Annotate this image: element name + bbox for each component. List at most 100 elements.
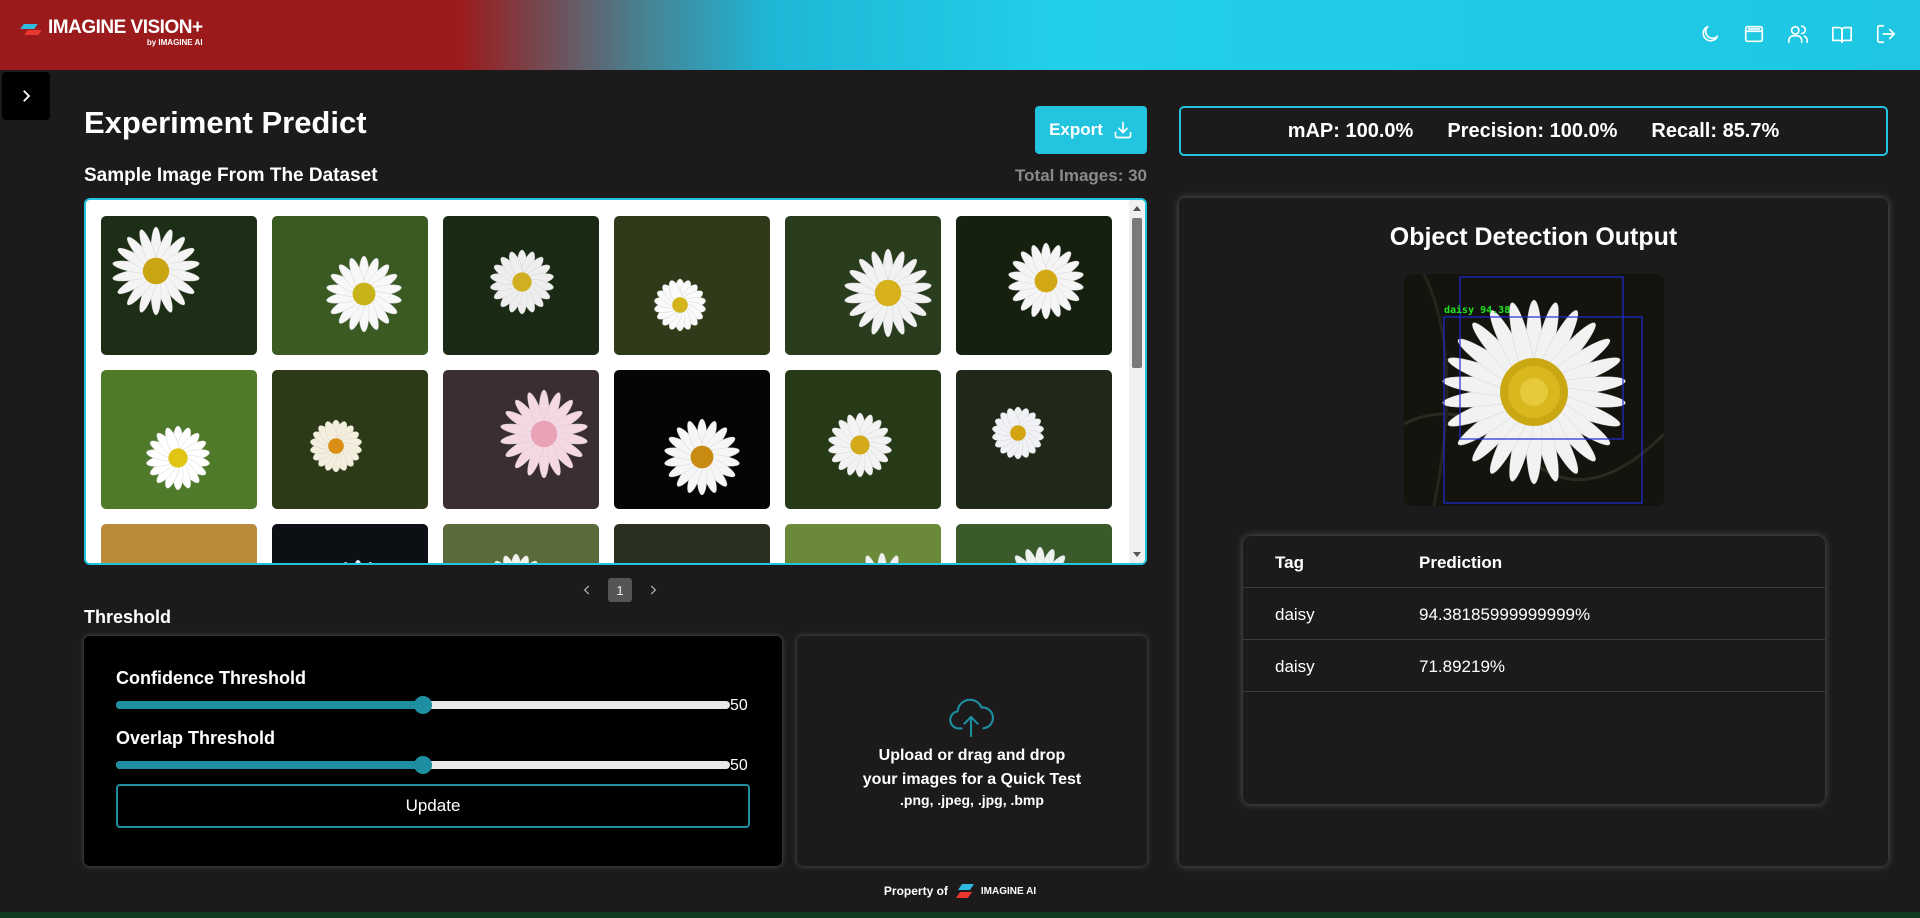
total-images-count: Total Images: 30 xyxy=(1015,166,1147,185)
footer-brand: IMAGINE AI xyxy=(980,885,1037,897)
daisy-thumbnail-image xyxy=(614,370,770,509)
dataset-thumbnail[interactable] xyxy=(101,524,257,563)
gallery-grid xyxy=(101,216,1115,563)
daisy-thumbnail-image xyxy=(101,370,257,509)
gallery-pagination: 1 xyxy=(580,578,660,602)
detection-output-card: Object Detection Output daisy 94.38 Tag … xyxy=(1179,198,1888,866)
prediction-table: Tag Prediction daisy 94.38185999999999% … xyxy=(1243,536,1825,804)
gallery-scrollbar[interactable] xyxy=(1129,200,1145,563)
daisy-thumbnail-image xyxy=(785,524,941,563)
daisy-thumbnail-image xyxy=(443,524,599,563)
slider-handle[interactable] xyxy=(414,756,432,774)
daisy-thumbnail-image xyxy=(614,524,770,563)
scroll-up-arrow-icon[interactable] xyxy=(1133,206,1141,211)
page-number-button[interactable]: 1 xyxy=(608,578,632,602)
dataset-thumbnail[interactable] xyxy=(272,524,428,563)
daisy-thumbnail-image xyxy=(272,524,428,563)
scroll-down-arrow-icon[interactable] xyxy=(1133,552,1141,557)
dataset-thumbnail[interactable] xyxy=(956,524,1112,563)
table-row: daisy 71.89219% xyxy=(1243,640,1825,692)
dataset-thumbnail[interactable] xyxy=(272,216,428,355)
overlap-threshold-label: Overlap Threshold xyxy=(116,728,276,748)
upload-dropzone[interactable]: Upload or drag and drop your images for … xyxy=(797,636,1147,866)
confidence-threshold-slider[interactable] xyxy=(116,696,730,714)
export-button[interactable]: Export xyxy=(1035,106,1147,154)
upload-line-1: Upload or drag and drop xyxy=(878,747,1066,764)
upload-formats: .png, .jpeg, .jpg, .bmp xyxy=(900,792,1044,808)
bottom-accent-bar xyxy=(0,912,1920,918)
page-title: Experiment Predict xyxy=(84,105,367,140)
precision-metric: Precision: 100.0% xyxy=(1447,119,1618,142)
slider-handle[interactable] xyxy=(414,696,432,714)
slider-fill xyxy=(116,761,423,769)
daisy-thumbnail-image xyxy=(785,216,941,355)
book-icon[interactable] xyxy=(1830,22,1854,46)
dataset-thumbnail[interactable] xyxy=(785,524,941,563)
dataset-thumbnail[interactable] xyxy=(443,216,599,355)
daisy-thumbnail-image xyxy=(956,216,1112,355)
metrics-bar: mAP: 100.0% Precision: 100.0% Recall: 85… xyxy=(1179,106,1888,156)
dataset-thumbnail[interactable] xyxy=(443,370,599,509)
dataset-section-label: Sample Image From The Dataset xyxy=(84,165,378,186)
download-icon xyxy=(1114,121,1132,139)
cloud-upload-icon xyxy=(948,696,994,738)
tag-cell: daisy xyxy=(1275,605,1315,624)
detection-output-image: daisy 94.38 xyxy=(1404,274,1664,506)
upload-line-2: your images for a Quick Test xyxy=(862,771,1082,788)
output-title: Object Detection Output xyxy=(1389,223,1678,251)
chevron-left-icon[interactable] xyxy=(580,583,594,597)
daisy-thumbnail-image xyxy=(956,370,1112,509)
confidence-threshold-label: Confidence Threshold xyxy=(116,668,307,688)
top-header: IMAGINE VISION+ by IMAGINE AI xyxy=(0,0,1920,70)
tag-cell: daisy xyxy=(1275,657,1315,676)
threshold-section-label: Threshold xyxy=(84,607,172,627)
map-metric: mAP: 100.0% xyxy=(1287,119,1414,142)
dataset-thumbnail[interactable] xyxy=(614,216,770,355)
dataset-thumbnail[interactable] xyxy=(785,216,941,355)
dataset-thumbnail[interactable] xyxy=(785,370,941,509)
detection-box-label: daisy 94.38 xyxy=(1444,304,1510,316)
threshold-card: Confidence Threshold 50 Overlap Threshol… xyxy=(84,636,782,866)
prediction-cell: 94.38185999999999% xyxy=(1419,605,1591,624)
logout-icon[interactable] xyxy=(1874,22,1898,46)
dataset-thumbnail[interactable] xyxy=(101,216,257,355)
dataset-thumbnail[interactable] xyxy=(614,524,770,563)
overlap-threshold-slider[interactable] xyxy=(116,756,730,774)
daisy-thumbnail-image xyxy=(785,370,941,509)
app-title: IMAGINE VISION+ xyxy=(48,17,203,38)
daisy-thumbnail-image xyxy=(272,216,428,355)
daisy-thumbnail-image xyxy=(101,216,257,355)
dataset-thumbnail[interactable] xyxy=(272,370,428,509)
logo-mark-icon xyxy=(20,21,44,37)
footer-logo: IMAGINE AI xyxy=(955,880,1037,902)
dataset-thumbnail[interactable] xyxy=(101,370,257,509)
daisy-thumbnail-image xyxy=(614,216,770,355)
app-logo[interactable]: IMAGINE VISION+ by IMAGINE AI xyxy=(20,17,203,47)
daisy-thumbnail-image xyxy=(956,524,1112,563)
daisy-thumbnail-image xyxy=(443,216,599,355)
slider-fill xyxy=(116,701,423,709)
footer: Property of IMAGINE AI xyxy=(0,880,1920,902)
layout-icon[interactable] xyxy=(1742,22,1766,46)
dataset-thumbnail[interactable] xyxy=(443,524,599,563)
chevron-right-icon[interactable] xyxy=(646,583,660,597)
upload-instructions: Upload or drag and drop your images for … xyxy=(797,744,1147,792)
sidebar-toggle-button[interactable] xyxy=(2,72,50,120)
confidence-threshold-value: 50 xyxy=(730,697,748,714)
table-row: daisy 94.38185999999999% xyxy=(1243,588,1825,640)
imagine-ai-logo-icon xyxy=(955,880,978,902)
export-button-label: Export xyxy=(1049,120,1103,139)
daisy-thumbnail-image xyxy=(272,370,428,509)
scrollbar-thumb[interactable] xyxy=(1132,218,1142,368)
sample-image-gallery[interactable] xyxy=(84,198,1147,565)
chevron-right-icon xyxy=(23,90,31,102)
dataset-thumbnail[interactable] xyxy=(614,370,770,509)
app-subtitle: by IMAGINE AI xyxy=(146,38,203,47)
recall-metric: Recall: 85.7% xyxy=(1651,119,1780,142)
dataset-thumbnail[interactable] xyxy=(956,370,1112,509)
dataset-thumbnail[interactable] xyxy=(956,216,1112,355)
users-icon[interactable] xyxy=(1786,22,1810,46)
prediction-column-header: Prediction xyxy=(1419,553,1503,572)
moon-icon[interactable] xyxy=(1698,22,1722,46)
update-button[interactable]: Update xyxy=(116,784,750,828)
